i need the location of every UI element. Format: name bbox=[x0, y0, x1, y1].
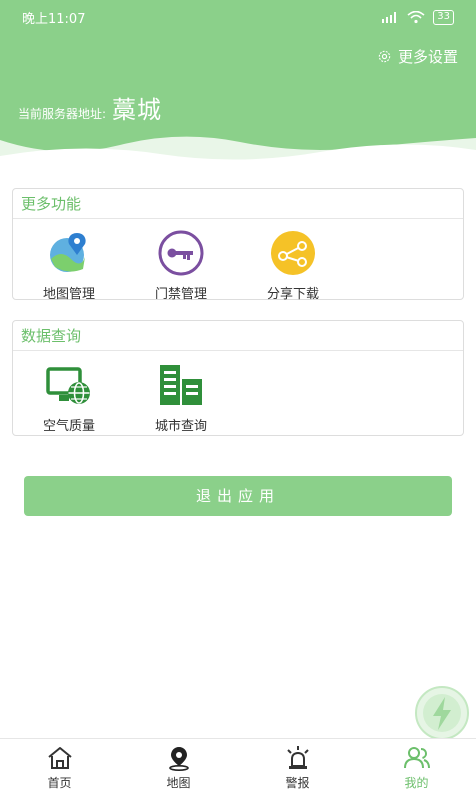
status-time: 晚上11:07 bbox=[22, 11, 86, 27]
key-icon bbox=[158, 230, 204, 276]
buildings-icon bbox=[160, 365, 202, 405]
map-pin-icon bbox=[50, 233, 86, 272]
lightning-icon[interactable] bbox=[410, 685, 474, 741]
status-bar: 晚上11:07 33 bbox=[0, 0, 476, 34]
battery-level: 33 bbox=[437, 11, 450, 22]
more-settings-button[interactable]: 更多设置 bbox=[377, 46, 458, 67]
more-functions-title: 更多功能 bbox=[13, 189, 463, 219]
map-management-button[interactable]: 地图管理 bbox=[13, 229, 125, 302]
home-icon bbox=[47, 747, 72, 769]
data-query-title: 数据查询 bbox=[13, 321, 463, 351]
tab-home[interactable]: 首页 bbox=[0, 739, 119, 796]
tab-alarm[interactable]: 警报 bbox=[238, 739, 357, 796]
tab-map-label: 地图 bbox=[166, 776, 191, 790]
battery-icon: 33 bbox=[433, 9, 454, 25]
tab-map[interactable]: 地图 bbox=[119, 739, 238, 796]
air-quality-button[interactable]: 空气质量 bbox=[13, 361, 125, 434]
signal-icon bbox=[382, 12, 397, 23]
tab-mine-label: 我的 bbox=[404, 776, 429, 790]
status-icons: 33 bbox=[381, 9, 454, 25]
share-download-button[interactable]: 分享下载 bbox=[237, 229, 349, 302]
monitor-globe-icon bbox=[46, 367, 90, 404]
wifi-icon bbox=[407, 10, 425, 23]
tab-home-label: 首页 bbox=[47, 776, 72, 790]
access-control-button[interactable]: 门禁管理 bbox=[125, 229, 237, 302]
tab-mine[interactable]: 我的 bbox=[357, 739, 476, 796]
more-functions-card: 更多功能 地图管理 门禁管理 分享下载 bbox=[12, 188, 464, 302]
logout-button[interactable]: 退出应用 bbox=[24, 476, 452, 516]
bottom-tab-bar: 首页 地图 警报 我的 bbox=[0, 738, 476, 796]
more-settings-label: 更多设置 bbox=[397, 48, 458, 66]
share-icon bbox=[271, 231, 315, 275]
alarm-icon bbox=[286, 746, 309, 769]
user-icon bbox=[403, 747, 430, 769]
header-wave bbox=[0, 136, 476, 180]
air-quality-label: 空气质量 bbox=[42, 419, 95, 434]
gear-icon bbox=[378, 50, 391, 63]
header: 晚上11:07 33 更多设置 当前服务器地址: 藁城 bbox=[0, 0, 476, 180]
share-download-label: 分享下载 bbox=[266, 287, 319, 302]
location-icon bbox=[168, 747, 189, 771]
map-management-label: 地图管理 bbox=[42, 287, 95, 302]
city-query-button[interactable]: 城市查询 bbox=[125, 361, 237, 434]
city-query-label: 城市查询 bbox=[154, 419, 207, 434]
access-control-label: 门禁管理 bbox=[154, 287, 207, 302]
data-query-card: 数据查询 空气质量 城市查询 bbox=[12, 320, 464, 436]
tab-alarm-label: 警报 bbox=[285, 776, 310, 790]
